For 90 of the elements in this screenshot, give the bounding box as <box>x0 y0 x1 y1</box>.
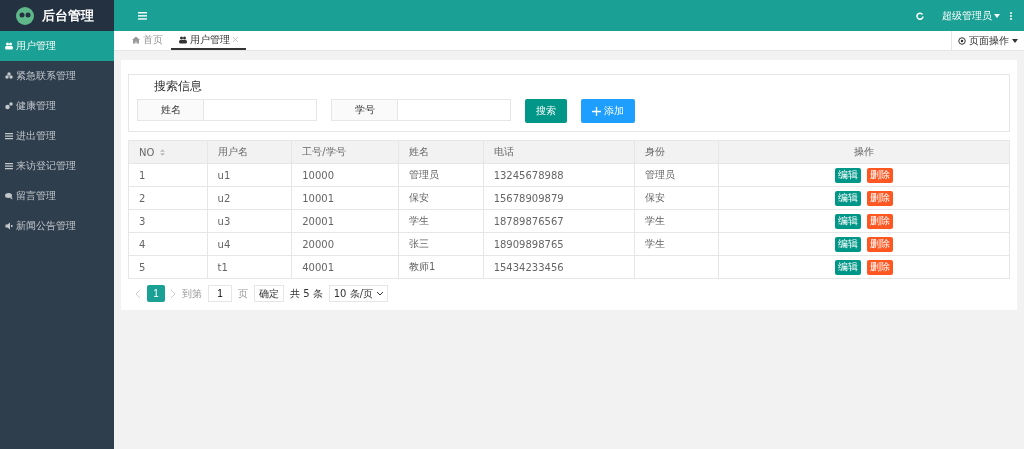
edit-button[interactable]: 编辑 <box>835 236 862 252</box>
table-cell: 10000 <box>291 163 399 187</box>
table-cell: 20000 <box>291 232 399 256</box>
sidebar-item[interactable]: 进出管理 <box>0 121 114 151</box>
table-cell: 20001 <box>291 209 399 233</box>
sidebar-item[interactable]: 留言管理 <box>0 181 114 211</box>
table-cell: 2 <box>128 186 208 210</box>
gears-icon <box>5 102 13 110</box>
page-tab[interactable]: 用户管理 <box>171 31 246 50</box>
table-cell: 教师1 <box>398 255 484 279</box>
table-cell: 18909898765 <box>483 232 635 256</box>
users-icon <box>179 35 187 44</box>
column-header: 工号/学号 <box>291 140 399 164</box>
column-header: 操作 <box>718 140 1010 164</box>
column-header: 姓名 <box>398 140 484 164</box>
edit-button[interactable]: 编辑 <box>835 167 862 183</box>
sidebar-item[interactable]: 用户管理 <box>0 31 114 61</box>
user-menu[interactable]: 超级管理员 <box>942 8 1000 23</box>
delete-button[interactable]: 删除 <box>867 259 894 275</box>
search-field[interactable]: 姓名 <box>137 99 317 121</box>
delete-button[interactable]: 删除 <box>867 213 894 229</box>
edit-button[interactable]: 编辑 <box>835 213 862 229</box>
search-button[interactable]: 搜索 <box>525 99 567 123</box>
table-cell: 1 <box>128 163 208 187</box>
delete-button[interactable]: 删除 <box>867 190 894 206</box>
prev-icon[interactable] <box>136 289 141 298</box>
table-cell: 学生 <box>398 209 484 233</box>
menu-icon[interactable] <box>138 11 147 20</box>
target-icon <box>958 36 966 45</box>
table-cell: t1 <box>207 255 292 279</box>
sidebar-item[interactable]: 健康管理 <box>0 91 114 121</box>
total-count: 共 5 条 <box>290 286 323 301</box>
goto-label: 到第 <box>182 286 202 301</box>
column-header: 身份 <box>634 140 719 164</box>
chat-icon <box>5 192 13 200</box>
page-tab[interactable]: 首页 <box>124 31 171 50</box>
table-cell: 4 <box>128 232 208 256</box>
table-cell: 学生 <box>634 232 719 256</box>
users-icon <box>5 42 13 50</box>
table-cell: u2 <box>207 186 292 210</box>
sidebar-item[interactable]: 新闻公告管理 <box>0 211 114 241</box>
table-cell: 学生 <box>634 209 719 233</box>
caret-icon <box>1012 38 1018 43</box>
add-button[interactable]: 添加 <box>581 99 635 123</box>
table-cell: 保安 <box>634 186 719 210</box>
table-cell: 13245678988 <box>483 163 635 187</box>
delete-button[interactable]: 删除 <box>867 236 894 252</box>
page-input[interactable]: 1 <box>208 285 232 302</box>
speaker-icon <box>5 222 13 230</box>
page-number[interactable]: 1 <box>147 285 165 302</box>
table-cell: 保安 <box>398 186 484 210</box>
table-cell: u4 <box>207 232 292 256</box>
page-size-select[interactable]: 10 条/页 <box>328 285 388 302</box>
table-cell: u3 <box>207 209 292 233</box>
edit-button[interactable]: 编辑 <box>835 190 862 206</box>
confirm-button[interactable]: 确定 <box>254 285 284 302</box>
caret-icon <box>994 13 1000 18</box>
page-unit: 页 <box>238 286 248 301</box>
edit-button[interactable]: 编辑 <box>835 259 862 275</box>
plus-icon <box>592 106 601 116</box>
search-field[interactable]: 学号 <box>331 99 511 121</box>
table-cell: 40001 <box>291 255 399 279</box>
chevron-icon <box>377 291 383 296</box>
table-cell: 3 <box>128 209 208 233</box>
table-cell: u1 <box>207 163 292 187</box>
table-cell: 15434233456 <box>483 255 635 279</box>
page-actions-menu[interactable]: 页面操作 <box>951 31 1024 50</box>
table-cell: 管理员 <box>398 163 484 187</box>
table-cell: 10001 <box>291 186 399 210</box>
people-icon <box>5 72 13 80</box>
next-icon[interactable] <box>171 289 176 298</box>
home-icon <box>132 35 140 44</box>
refresh-icon[interactable] <box>916 11 924 20</box>
table-cell: 张三 <box>398 232 484 256</box>
sidebar-item[interactable]: 紧急联系管理 <box>0 61 114 91</box>
table-cell: 5 <box>128 255 208 279</box>
delete-button[interactable]: 删除 <box>867 167 894 183</box>
list-icon <box>5 162 13 170</box>
sidebar-item[interactable]: 来访登记管理 <box>0 151 114 181</box>
table-cell: 管理员 <box>634 163 719 187</box>
table-cell: 18789876567 <box>483 209 635 233</box>
column-header: 电话 <box>483 140 635 164</box>
close-icon[interactable] <box>233 37 238 42</box>
column-header: 用户名 <box>207 140 292 164</box>
sort-icon[interactable] <box>160 148 166 156</box>
owl-logo-icon <box>16 6 34 25</box>
column-header[interactable]: NO <box>128 140 208 164</box>
brand-title: 后台管理 <box>42 6 94 25</box>
table-cell: 15678909879 <box>483 186 635 210</box>
list-icon <box>5 132 13 140</box>
